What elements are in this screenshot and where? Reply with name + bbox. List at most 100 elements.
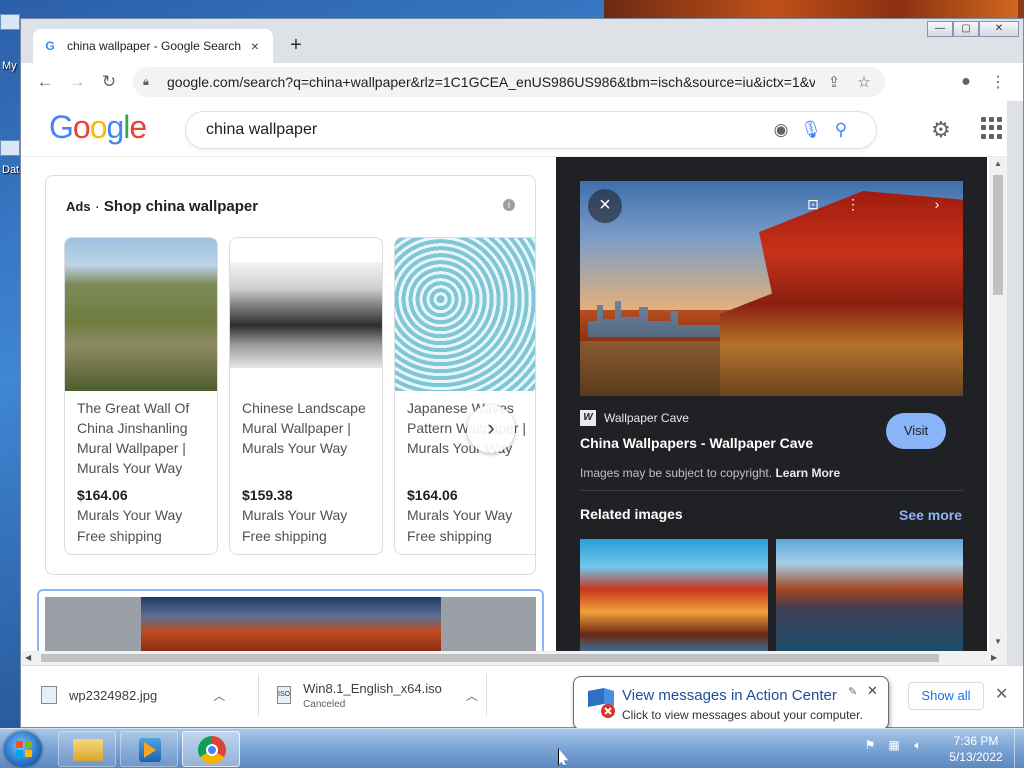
product-name[interactable]: Chinese Landscape Mural Wallpaper | Mura… [242, 398, 374, 458]
download-info: wp2324982.jpg [69, 688, 157, 703]
download-filename: wp2324982.jpg [69, 687, 158, 703]
action-center-notification[interactable]: View messages in Action Center Click to … [573, 676, 889, 742]
image-source[interactable]: W Wallpaper Cave [580, 410, 689, 426]
media-player-icon [139, 738, 161, 762]
system-clock[interactable]: 7:36 PM 5/13/2022 [940, 733, 1012, 765]
learn-more-link[interactable]: Learn More [775, 466, 840, 480]
gear-icon[interactable]: ⚙ [931, 117, 951, 143]
start-button[interactable] [4, 731, 42, 767]
source-name[interactable]: Wallpaper Cave [604, 411, 689, 425]
download-item[interactable]: ISO Win8.1_English_x64.iso Canceled ︿ [267, 674, 487, 716]
info-icon[interactable]: i [503, 199, 515, 211]
product-shipping: Free shipping [407, 528, 492, 544]
visit-button[interactable]: Visit [886, 413, 946, 449]
ads-label: Ads [66, 199, 91, 214]
action-center-tray-icon[interactable]: ⚑ [862, 737, 878, 753]
forward-arrow-icon[interactable]: → [63, 68, 91, 96]
taskbar-explorer-button[interactable] [58, 731, 116, 767]
selected-image-result[interactable] [37, 589, 544, 651]
lock-icon[interactable]: 🔒︎ [143, 76, 157, 89]
scroll-down-arrow-icon[interactable]: ▼ [994, 637, 1002, 646]
search-input[interactable]: china wallpaper [206, 121, 766, 139]
product-image-landscape[interactable] [230, 262, 382, 368]
show-all-button[interactable]: Show all [908, 682, 984, 710]
selected-thumbnail[interactable] [141, 597, 441, 651]
product-image-great-wall[interactable] [65, 238, 217, 391]
tab-google-search[interactable]: G china wallpaper - Google Search × [33, 29, 273, 63]
desktop-label-my: My [2, 60, 17, 72]
bookmark-star-icon[interactable]: ☆ [853, 73, 875, 91]
show-desktop-button[interactable] [1014, 729, 1024, 768]
chevron-up-icon[interactable]: ︿ [466, 687, 478, 704]
notification-title[interactable]: View messages in Action Center [622, 687, 837, 704]
product-card[interactable]: Japanese Waves Pattern Wallpaper | Mural… [394, 237, 535, 555]
product-name[interactable]: The Great Wall Of China Jinshanling Mura… [77, 398, 209, 478]
related-images-heading: Related images [580, 506, 683, 522]
scroll-right-arrow-icon[interactable]: ▶ [991, 653, 997, 662]
preview-title[interactable]: China Wallpapers - Wallpaper Cave [580, 435, 813, 451]
taskbar-media-player-button[interactable] [120, 731, 178, 767]
system-tray: ⚑ ▦ 🔈︎ [862, 737, 926, 753]
logo-letter: g [106, 109, 124, 145]
share-icon[interactable]: ⇪ [823, 73, 845, 91]
maximize-button[interactable]: ▢ [953, 21, 979, 37]
pin-icon[interactable]: ✎ [848, 685, 857, 698]
minimize-button[interactable]: — [927, 21, 953, 37]
back-arrow-icon[interactable]: ← [31, 68, 59, 96]
scroll-left-arrow-icon[interactable]: ◀ [25, 653, 31, 662]
more-options-icon[interactable]: ⋮ [842, 193, 864, 215]
tab-close-icon[interactable]: × [247, 38, 263, 54]
vertical-scroll-thumb[interactable] [993, 175, 1003, 295]
logo-letter: G [49, 109, 74, 145]
microphone-icon[interactable]: 🎙︎ [796, 120, 826, 140]
horizontal-scrollbar[interactable]: ◀ ▶ [21, 651, 1007, 665]
copyright-notice: Images may be subject to copyright. Lear… [580, 466, 840, 480]
new-tab-button[interactable]: + [283, 33, 309, 59]
search-icon[interactable]: ⚲ [826, 120, 856, 140]
search-box[interactable]: china wallpaper ◉ 🎙︎ ⚲ [185, 111, 877, 149]
desktop-icon-computer[interactable] [0, 14, 20, 30]
lens-icon[interactable]: ⊡ [802, 193, 824, 215]
chevron-up-icon[interactable]: ︿ [213, 687, 225, 704]
profile-avatar-icon[interactable]: ● [953, 69, 979, 95]
reload-icon[interactable]: ↻ [95, 68, 123, 96]
ads-separator: · [94, 198, 100, 215]
product-price: $164.06 [77, 487, 128, 503]
camera-icon[interactable]: ◉ [766, 120, 796, 140]
action-center-flag-icon [588, 688, 615, 718]
network-icon[interactable]: ▦ [886, 737, 902, 753]
address-url: google.com/search?q=china+wallpaper&rlz=… [167, 74, 815, 90]
apps-grid-icon[interactable] [981, 117, 1003, 139]
chrome-menu-icon[interactable]: ⋮ [985, 69, 1011, 95]
notification-text: Click to view messages about your comput… [622, 708, 863, 722]
close-window-button[interactable]: ✕ [979, 21, 1019, 37]
preview-image[interactable]: × ⊡ ⋮ › [580, 181, 963, 396]
next-image-icon[interactable]: › [926, 193, 948, 215]
close-icon[interactable]: × [588, 189, 622, 223]
taskbar-chrome-button[interactable] [182, 731, 240, 767]
download-item[interactable]: wp2324982.jpg ︿ [31, 674, 259, 716]
google-logo[interactable]: Google [49, 109, 147, 146]
product-store: Murals Your Way [242, 507, 348, 523]
scroll-up-arrow-icon[interactable]: ▲ [994, 159, 1002, 168]
product-card[interactable]: The Great Wall Of China Jinshanling Mura… [64, 237, 218, 555]
close-download-bar-icon[interactable]: ✕ [995, 684, 1008, 704]
iso-file-icon: ISO [277, 686, 292, 704]
volume-icon[interactable]: 🔈︎ [910, 737, 926, 753]
download-filename: Win8.1_English_x64.iso [303, 680, 442, 696]
horizontal-scroll-thumb[interactable] [41, 654, 939, 662]
product-shipping: Free shipping [242, 528, 327, 544]
related-image[interactable] [776, 539, 963, 651]
vertical-scrollbar[interactable]: ▲ ▼ [989, 157, 1007, 651]
see-more-link[interactable]: See more [899, 507, 962, 523]
close-icon[interactable]: ✕ [867, 683, 878, 699]
google-header: Google china wallpaper ◉ 🎙︎ ⚲ ⚙ [21, 101, 1007, 157]
carousel-next-arrow-icon[interactable]: › [467, 405, 515, 453]
copyright-text: Images may be subject to copyright. [580, 466, 773, 480]
product-card[interactable]: Chinese Landscape Mural Wallpaper | Mura… [229, 237, 383, 555]
address-bar[interactable]: 🔒︎ google.com/search?q=china+wallpaper&r… [133, 67, 885, 97]
product-image-waves[interactable] [395, 238, 535, 391]
desktop-icon-data[interactable] [0, 140, 20, 156]
related-image[interactable] [580, 539, 768, 651]
taskbar: ⚑ ▦ 🔈︎ 7:36 PM 5/13/2022 [0, 728, 1024, 768]
